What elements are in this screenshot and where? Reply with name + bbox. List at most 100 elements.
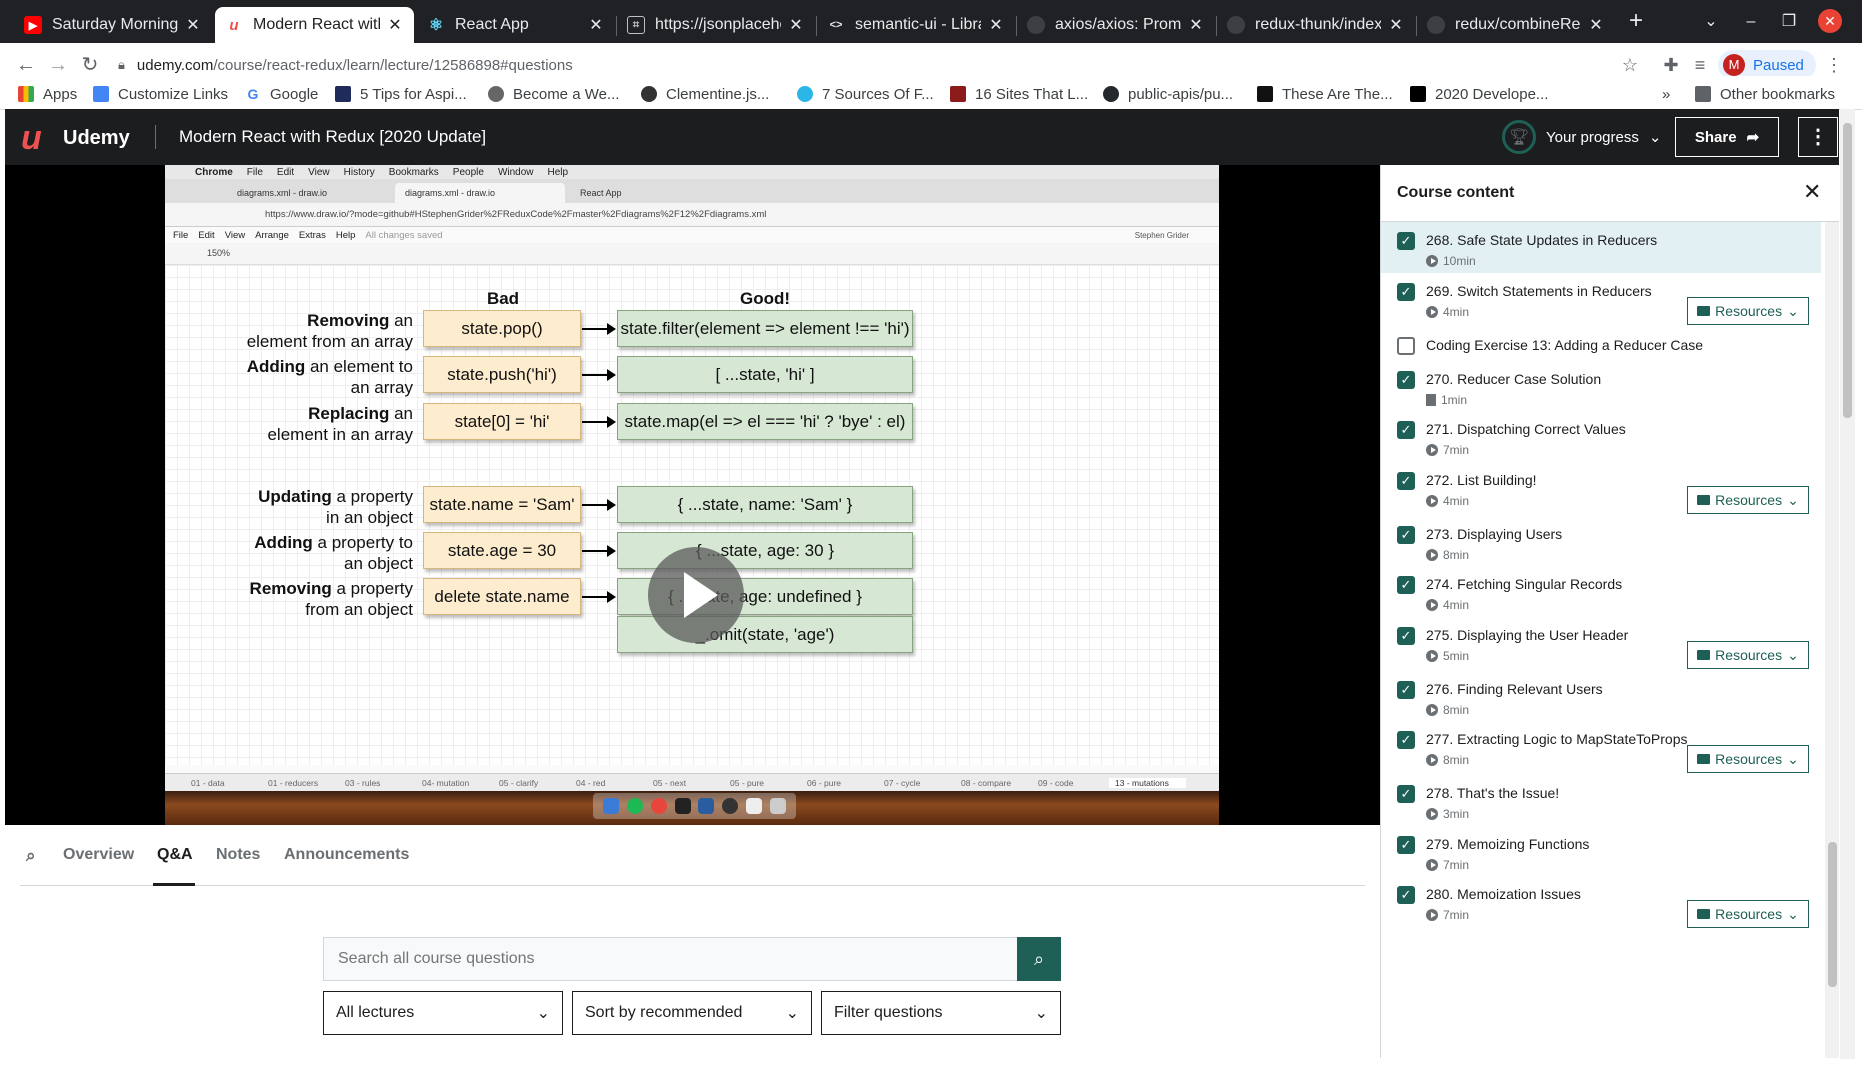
lecture-item[interactable]: ✓ 280. Memoization Issues 7min Resources ⌄ xyxy=(1381,876,1821,936)
lecture-item[interactable]: ✓ 277. Extracting Logic to MapStateToProp… xyxy=(1381,721,1821,775)
lecture-checkbox[interactable]: ✓ xyxy=(1397,886,1415,904)
lecture-item[interactable]: ✓ 270. Reducer Case Solution 1min xyxy=(1381,361,1821,411)
browser-tab[interactable]: ⌗ https://jsonplacehol ✕ xyxy=(617,7,815,43)
browser-tab[interactable]: axios/axios: Promis ✕ xyxy=(1017,7,1215,43)
search-button[interactable]: ⌕ xyxy=(1017,937,1061,981)
lecture-checkbox[interactable]: ✓ xyxy=(1397,371,1415,389)
lecture-checkbox[interactable]: ✓ xyxy=(1397,731,1415,749)
lecture-item[interactable]: ✓ 271. Dispatching Correct Values 7min xyxy=(1381,411,1821,462)
lecture-checkbox[interactable]: ✓ xyxy=(1397,681,1415,699)
bookmark-item[interactable]: 5 Tips for Aspi... xyxy=(335,83,467,105)
lecture-item[interactable]: ✓ 274. Fetching Singular Records 4min xyxy=(1381,566,1821,617)
bookmark-item[interactable]: 7 Sources Of F... xyxy=(797,83,934,105)
lecture-item[interactable]: ✓ 268. Safe State Updates in Reducers 10mi… xyxy=(1381,222,1821,273)
lecture-checkbox[interactable]: ✓ xyxy=(1397,526,1415,544)
tab-announcements[interactable]: Announcements xyxy=(284,846,409,864)
back-icon[interactable]: ← xyxy=(13,52,39,78)
course-title[interactable]: Modern React with Redux [2020 Update] xyxy=(179,127,486,147)
video-player[interactable]: Chrome File Edit View History Bookmarks Peop… xyxy=(5,165,1380,825)
more-options-button[interactable]: ⋮ xyxy=(1798,117,1838,157)
lecture-checkbox[interactable]: ✓ xyxy=(1397,836,1415,854)
close-tab-icon[interactable]: ✕ xyxy=(987,15,1005,35)
tab-overview[interactable]: Overview xyxy=(63,846,134,864)
lecture-checkbox[interactable]: ✓ xyxy=(1397,472,1415,490)
tab-qa[interactable]: Q&A xyxy=(157,846,193,864)
question-filter-select[interactable]: Filter questions ⌄ xyxy=(821,991,1061,1035)
site-icon xyxy=(797,86,813,102)
udemy-logo[interactable]: u Udemy xyxy=(21,121,130,155)
reload-icon[interactable]: ↻ xyxy=(77,52,103,78)
minimize-icon[interactable]: – xyxy=(1734,8,1768,36)
browser-tab[interactable]: ▶ Saturday Morning J ✕ xyxy=(14,7,212,43)
lecture-item[interactable]: ✓ 272. List Building! 4min Resources ⌄ xyxy=(1381,462,1821,516)
bookmark-item[interactable]: Apps xyxy=(18,83,77,105)
page-scrollbar[interactable] xyxy=(1840,109,1855,1059)
sort-select[interactable]: Sort by recommended ⌄ xyxy=(572,991,812,1035)
bookmark-item[interactable]: These Are The... xyxy=(1257,83,1393,105)
close-tab-icon[interactable]: ✕ xyxy=(787,15,805,35)
resources-button[interactable]: Resources ⌄ xyxy=(1687,297,1809,325)
lecture-checkbox[interactable]: ✓ xyxy=(1397,232,1415,250)
play-circle-icon xyxy=(1426,754,1438,766)
extensions-icon[interactable]: ✚ xyxy=(1659,53,1683,77)
progress-dropdown[interactable]: 🏆︎ Your progress ⌄ xyxy=(1502,119,1661,155)
bookmark-item[interactable]: 16 Sites That L... xyxy=(950,83,1088,105)
lecture-meta: 4min xyxy=(1426,494,1469,508)
browser-tab[interactable]: redux/combineRed ✕ xyxy=(1417,7,1615,43)
lecture-item[interactable]: ✓ 276. Finding Relevant Users 8min xyxy=(1381,671,1821,721)
share-button[interactable]: Share ➦ xyxy=(1675,117,1779,157)
lecture-item[interactable]: ✓ 279. Memoizing Functions 7min xyxy=(1381,826,1821,876)
forward-icon[interactable]: → xyxy=(45,52,71,78)
search-icon[interactable]: ⌕ xyxy=(26,846,36,866)
close-tab-icon[interactable]: ✕ xyxy=(1587,15,1605,35)
bookmark-star-icon[interactable]: ☆ xyxy=(1618,53,1642,77)
lecture-item[interactable]: Coding Exercise 13: Adding a Reducer Cas… xyxy=(1381,327,1821,361)
lecture-item[interactable]: ✓ 278. That's the Issue! 3min xyxy=(1381,775,1821,826)
bookmarks-overflow-icon[interactable]: » xyxy=(1662,83,1670,105)
other-bookmarks[interactable]: Other bookmarks xyxy=(1695,83,1835,105)
new-tab-button[interactable]: + xyxy=(1622,8,1650,36)
lecture-title: 271. Dispatching Correct Values xyxy=(1426,421,1626,437)
close-tab-icon[interactable]: ✕ xyxy=(1387,15,1405,35)
lecture-checkbox[interactable]: ✓ xyxy=(1397,576,1415,594)
lecture-item[interactable]: ✓ 269. Switch Statements in Reducers 4min R… xyxy=(1381,273,1821,327)
lecture-checkbox[interactable]: ✓ xyxy=(1397,283,1415,301)
close-tab-icon[interactable]: ✕ xyxy=(386,15,404,35)
close-tab-icon[interactable]: ✕ xyxy=(1187,15,1205,35)
tab-search-icon[interactable]: ⌄ xyxy=(1694,8,1728,36)
lecture-checkbox[interactable]: ✓ xyxy=(1397,421,1415,439)
resources-button[interactable]: Resources ⌄ xyxy=(1687,486,1809,514)
sidebar-scrollbar[interactable] xyxy=(1825,222,1839,1058)
bookmark-item[interactable]: Customize Links xyxy=(93,83,228,105)
lecture-checkbox[interactable] xyxy=(1397,337,1415,355)
browser-tab-active[interactable]: u Modern React with ✕ xyxy=(215,7,414,43)
bookmark-item[interactable]: Become a We... xyxy=(488,83,619,105)
media-queue-icon[interactable]: ≡ xyxy=(1688,53,1712,77)
close-tab-icon[interactable]: ✕ xyxy=(587,15,605,35)
menu-icon[interactable]: ⋮ xyxy=(1822,53,1846,77)
bookmark-item[interactable]: 2020 Develope... xyxy=(1410,83,1548,105)
play-button[interactable] xyxy=(648,547,744,643)
site-icon xyxy=(641,86,657,102)
tab-notes[interactable]: Notes xyxy=(216,846,260,864)
bookmark-item[interactable]: G Google xyxy=(245,83,319,105)
lecture-checkbox[interactable]: ✓ xyxy=(1397,627,1415,645)
resources-button[interactable]: Resources ⌄ xyxy=(1687,745,1809,773)
browser-tab[interactable]: redux-thunk/index. ✕ xyxy=(1217,7,1415,43)
lecture-filter-select[interactable]: All lectures ⌄ xyxy=(323,991,563,1035)
search-questions-input[interactable] xyxy=(323,937,1017,981)
bookmark-item[interactable]: public-apis/pu... xyxy=(1103,83,1233,105)
lecture-item[interactable]: ✓ 273. Displaying Users 8min xyxy=(1381,516,1821,566)
bookmark-item[interactable]: Clementine.js... xyxy=(641,83,769,105)
mac-dock xyxy=(165,791,1219,825)
resources-button[interactable]: Resources ⌄ xyxy=(1687,641,1809,669)
close-icon[interactable]: ✕ xyxy=(1803,181,1821,203)
browser-tab[interactable]: ⚛ React App ✕ xyxy=(417,7,615,43)
browser-tab[interactable]: <> semantic-ui - Librari ✕ xyxy=(817,7,1015,43)
lecture-item[interactable]: ✓ 275. Displaying the User Header 5min Reso… xyxy=(1381,617,1821,671)
restore-icon[interactable]: ❐ xyxy=(1772,8,1806,36)
lecture-checkbox[interactable]: ✓ xyxy=(1397,785,1415,803)
close-tab-icon[interactable]: ✕ xyxy=(184,15,202,35)
close-window-icon[interactable]: ✕ xyxy=(1813,8,1847,36)
resources-button[interactable]: Resources ⌄ xyxy=(1687,900,1809,928)
